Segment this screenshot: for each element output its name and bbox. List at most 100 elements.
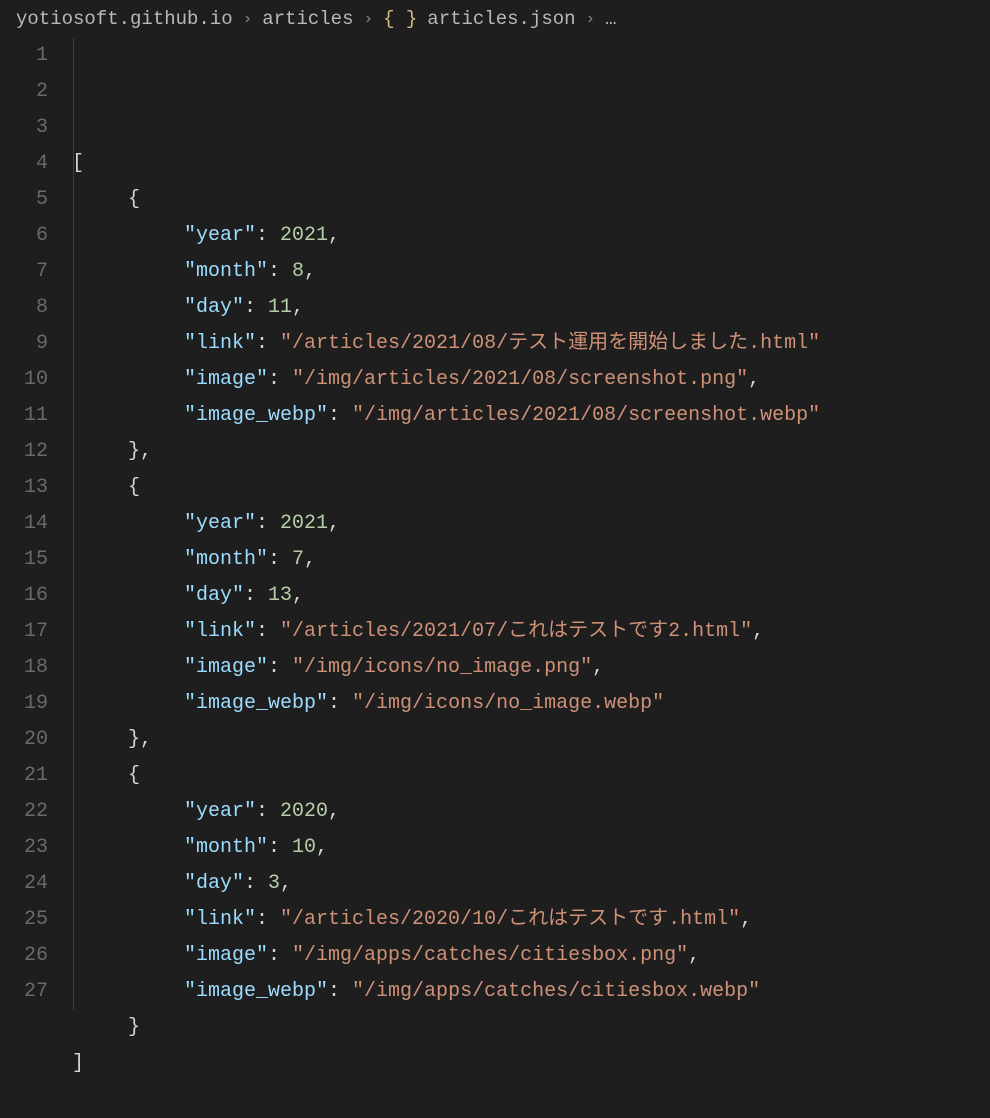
code-editor[interactable]: 1234567891011121314151617181920212223242… bbox=[0, 38, 990, 1010]
code-line[interactable]: "link": "/articles/2020/10/これはテストです.html… bbox=[72, 902, 990, 938]
line-number: 15 bbox=[0, 542, 48, 578]
token-key: "image_webp" bbox=[184, 404, 328, 427]
code-line[interactable]: "month": 7, bbox=[72, 542, 990, 578]
code-line[interactable]: "link": "/articles/2021/07/これはテストです2.htm… bbox=[72, 614, 990, 650]
line-number: 12 bbox=[0, 434, 48, 470]
token-colon: : bbox=[268, 656, 292, 679]
token-colon: : bbox=[268, 548, 292, 571]
token-colon: : bbox=[256, 512, 280, 535]
token-key: "day" bbox=[184, 584, 244, 607]
token-str: "/articles/2020/10/これはテストです.html" bbox=[280, 908, 740, 931]
token-num: 2021 bbox=[280, 224, 328, 247]
code-line[interactable]: } bbox=[72, 1010, 990, 1046]
line-number: 21 bbox=[0, 758, 48, 794]
code-line[interactable]: "image_webp": "/img/apps/catches/citiesb… bbox=[72, 974, 990, 1010]
code-line[interactable]: "day": 13, bbox=[72, 578, 990, 614]
token-key: "link" bbox=[184, 332, 256, 355]
line-number: 9 bbox=[0, 326, 48, 362]
code-line[interactable]: "image": "/img/articles/2021/08/screensh… bbox=[72, 362, 990, 398]
token-punc: , bbox=[304, 260, 316, 283]
line-number: 1 bbox=[0, 38, 48, 74]
code-line[interactable]: "year": 2021, bbox=[72, 218, 990, 254]
line-number: 18 bbox=[0, 650, 48, 686]
token-punc: } bbox=[128, 1016, 140, 1039]
token-key: "image_webp" bbox=[184, 980, 328, 1003]
code-line[interactable]: "image_webp": "/img/articles/2021/08/scr… bbox=[72, 398, 990, 434]
token-key: "month" bbox=[184, 548, 268, 571]
token-key: "image_webp" bbox=[184, 692, 328, 715]
code-line[interactable]: { bbox=[72, 182, 990, 218]
token-punc: }, bbox=[128, 440, 152, 463]
line-number: 22 bbox=[0, 794, 48, 830]
token-colon: : bbox=[328, 980, 352, 1003]
token-punc: , bbox=[752, 620, 764, 643]
token-colon: : bbox=[244, 872, 268, 895]
line-number: 11 bbox=[0, 398, 48, 434]
line-number: 3 bbox=[0, 110, 48, 146]
code-line[interactable]: "month": 8, bbox=[72, 254, 990, 290]
token-punc: , bbox=[316, 836, 328, 859]
line-number: 14 bbox=[0, 506, 48, 542]
code-line[interactable]: "image": "/img/icons/no_image.png", bbox=[72, 650, 990, 686]
token-punc: , bbox=[328, 224, 340, 247]
token-key: "link" bbox=[184, 620, 256, 643]
token-num: 10 bbox=[292, 836, 316, 859]
token-punc: , bbox=[740, 908, 752, 931]
code-line[interactable]: }, bbox=[72, 722, 990, 758]
code-line[interactable] bbox=[72, 1082, 990, 1118]
line-number: 10 bbox=[0, 362, 48, 398]
token-punc: , bbox=[292, 296, 304, 319]
token-colon: : bbox=[256, 224, 280, 247]
breadcrumb[interactable]: yotiosoft.github.io › articles › { } art… bbox=[0, 0, 990, 38]
code-line[interactable]: ] bbox=[72, 1046, 990, 1082]
token-num: 2021 bbox=[280, 512, 328, 535]
token-punc: , bbox=[304, 548, 316, 571]
code-line[interactable]: "image_webp": "/img/icons/no_image.webp" bbox=[72, 686, 990, 722]
token-colon: : bbox=[328, 404, 352, 427]
code-line[interactable]: "month": 10, bbox=[72, 830, 990, 866]
token-colon: : bbox=[268, 836, 292, 859]
token-str: "/img/icons/no_image.png" bbox=[292, 656, 592, 679]
code-line[interactable]: "year": 2020, bbox=[72, 794, 990, 830]
token-num: 2020 bbox=[280, 800, 328, 823]
code-line[interactable]: { bbox=[72, 470, 990, 506]
token-punc: , bbox=[292, 584, 304, 607]
token-punc: { bbox=[128, 764, 140, 787]
token-colon: : bbox=[256, 908, 280, 931]
code-line[interactable]: "link": "/articles/2021/08/テスト運用を開始しました.… bbox=[72, 326, 990, 362]
breadcrumb-ellipsis[interactable]: … bbox=[605, 8, 616, 30]
token-key: "month" bbox=[184, 260, 268, 283]
token-key: "link" bbox=[184, 908, 256, 931]
token-key: "image" bbox=[184, 944, 268, 967]
code-line[interactable]: [ bbox=[72, 146, 990, 182]
token-str: "/articles/2021/08/テスト運用を開始しました.html" bbox=[280, 332, 820, 355]
token-str: "/img/articles/2021/08/screenshot.webp" bbox=[352, 404, 820, 427]
line-number: 25 bbox=[0, 902, 48, 938]
token-punc: }, bbox=[128, 728, 152, 751]
line-number: 2 bbox=[0, 74, 48, 110]
breadcrumb-segment[interactable]: yotiosoft.github.io bbox=[16, 8, 233, 30]
line-number: 19 bbox=[0, 686, 48, 722]
code-line[interactable]: "image": "/img/apps/catches/citiesbox.pn… bbox=[72, 938, 990, 974]
code-line[interactable]: "year": 2021, bbox=[72, 506, 990, 542]
code-line[interactable]: "day": 11, bbox=[72, 290, 990, 326]
token-colon: : bbox=[268, 944, 292, 967]
token-colon: : bbox=[268, 368, 292, 391]
code-line[interactable]: { bbox=[72, 758, 990, 794]
line-number: 20 bbox=[0, 722, 48, 758]
line-number: 4 bbox=[0, 146, 48, 182]
token-punc: , bbox=[328, 800, 340, 823]
token-colon: : bbox=[256, 620, 280, 643]
breadcrumb-segment[interactable]: articles bbox=[262, 8, 353, 30]
token-colon: : bbox=[328, 692, 352, 715]
code-content[interactable]: [{"year": 2021,"month": 8,"day": 11,"lin… bbox=[72, 38, 990, 1010]
token-punc: , bbox=[592, 656, 604, 679]
line-number: 8 bbox=[0, 290, 48, 326]
token-key: "day" bbox=[184, 296, 244, 319]
breadcrumb-file[interactable]: articles.json bbox=[427, 8, 575, 30]
code-line[interactable]: }, bbox=[72, 434, 990, 470]
token-key: "year" bbox=[184, 224, 256, 247]
chevron-right-icon: › bbox=[586, 10, 596, 28]
token-punc: { bbox=[128, 476, 140, 499]
code-line[interactable]: "day": 3, bbox=[72, 866, 990, 902]
